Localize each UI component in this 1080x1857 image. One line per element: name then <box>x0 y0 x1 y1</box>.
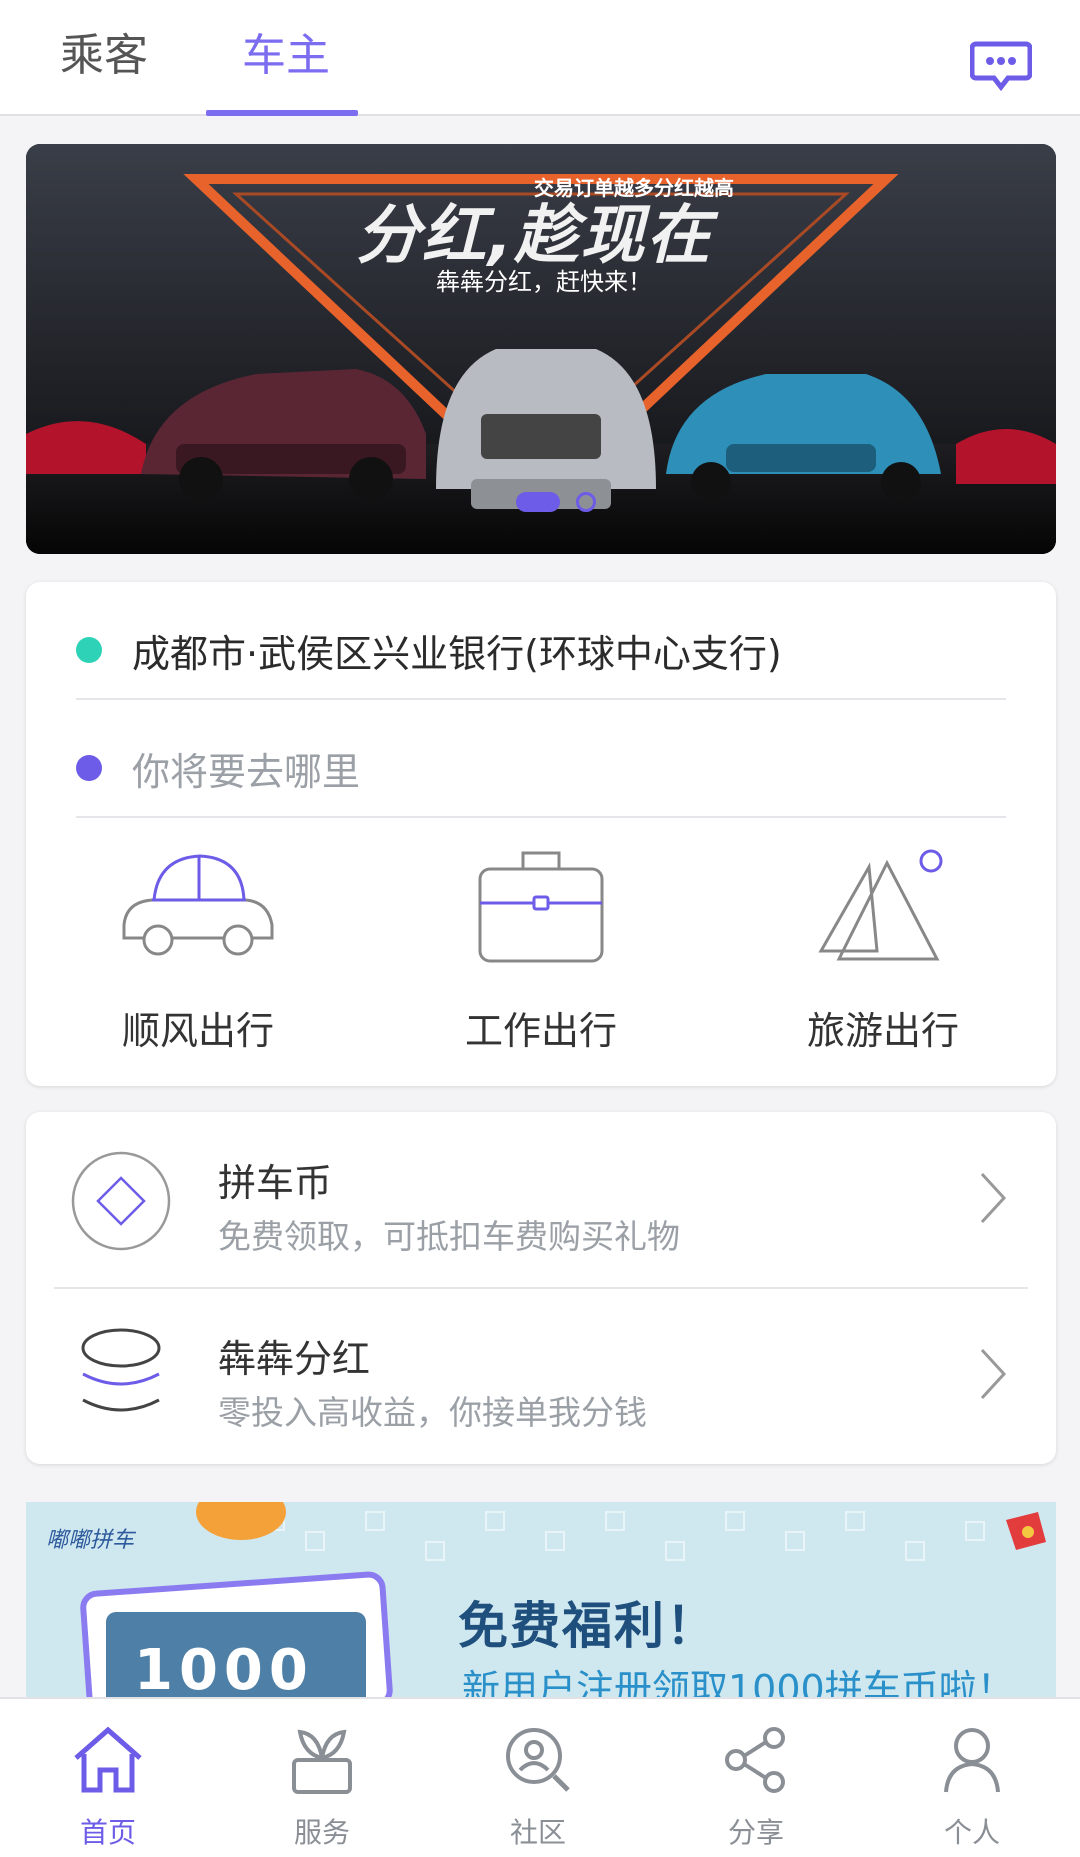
message-button[interactable] <box>969 38 1033 94</box>
nav-share[interactable]: 分享 <box>686 1719 826 1851</box>
list-item-subtitle: 免费领取，可抵扣车费购买礼物 <box>218 1217 680 1256</box>
bottom-navigation: 首页 服务 社区 分享 个人 <box>0 1697 1080 1857</box>
diamond-coin-icon <box>71 1151 171 1251</box>
divider <box>76 698 1006 700</box>
origin-dot-icon <box>76 637 102 663</box>
nav-profile[interactable]: 个人 <box>902 1719 1042 1851</box>
carousel-dot-active[interactable] <box>516 492 560 512</box>
chevron-right-icon <box>980 1172 1007 1224</box>
mode-ride-share[interactable]: 顺风出行 <box>78 840 318 1055</box>
mode-label: 旅游出行 <box>806 1009 959 1053</box>
mode-label: 工作出行 <box>464 1009 617 1053</box>
divider <box>76 816 1006 818</box>
banner-tagline: 交易订单越多分红越高 <box>534 176 734 200</box>
list-item-subtitle: 零投入高收益，你接单我分钱 <box>218 1393 647 1432</box>
home-icon <box>74 1726 142 1793</box>
coin-stack-icon <box>81 1328 161 1412</box>
promo-subtitle: 新用户注册领取1000拼车币啦！ <box>462 1667 1015 1697</box>
chevron-right-icon <box>980 1348 1007 1400</box>
new-user-promo-banner[interactable]: 嘟嘟拼车 1000 免费福利！ 新用户注册领取1000拼车币啦！ <box>26 1502 1056 1697</box>
promo-title: 免费福利！ <box>458 1597 718 1655</box>
origin-address: 成都市·武侯区兴业银行(环球中心支行) <box>132 631 782 676</box>
nav-label: 社区 <box>509 1816 566 1849</box>
trip-card: 成都市·武侯区兴业银行(环球中心支行) 你将要去哪里 顺风出行 工作出行 旅游出… <box>26 582 1056 1086</box>
promo-brand-logo: 嘟嘟拼车 <box>46 1528 135 1553</box>
banner-subline: 犇犇分红，赶快来！ <box>436 268 652 296</box>
mode-label: 顺风出行 <box>121 1009 274 1053</box>
tab-passenger[interactable]: 乘客 <box>60 28 148 84</box>
carousel-indicator <box>516 492 596 512</box>
mode-work-trip[interactable]: 工作出行 <box>421 840 661 1055</box>
tab-driver[interactable]: 车主 <box>242 28 330 84</box>
nav-label: 分享 <box>727 1816 784 1849</box>
plant-pot-icon <box>292 1729 352 1794</box>
briefcase-icon <box>478 851 604 963</box>
active-tab-indicator <box>206 110 358 116</box>
person-icon <box>944 1728 1000 1793</box>
mode-tour-trip[interactable]: 旅游出行 <box>763 840 1003 1055</box>
chat-bubble-icon <box>969 41 1033 92</box>
promo-banner-carousel[interactable]: 分红,趁现在 交易订单越多分红越高 犇犇分红，赶快来！ <box>26 144 1056 554</box>
top-tab-bar: 乘客 车主 <box>0 0 1080 116</box>
nav-label: 个人 <box>943 1816 1000 1849</box>
nav-label: 服务 <box>293 1816 350 1849</box>
community-search-icon <box>506 1728 570 1792</box>
car-icon <box>122 854 274 956</box>
carousel-dot[interactable] <box>576 492 596 512</box>
list-item-carpool-coin[interactable]: 拼车币 免费领取，可抵扣车费购买礼物 <box>26 1112 1056 1289</box>
origin-row[interactable]: 成都市·武侯区兴业银行(环球中心支行) <box>76 620 1006 680</box>
rewards-list-card: 拼车币 免费领取，可抵扣车费购买礼物 犇犇分红 零投入高收益，你接单我分钱 <box>26 1112 1056 1464</box>
destination-dot-icon <box>76 755 102 781</box>
nav-home[interactable]: 首页 <box>38 1719 178 1851</box>
promo-coin-amount: 1000 <box>134 1638 314 1697</box>
destination-row[interactable]: 你将要去哪里 <box>76 738 1006 798</box>
list-item-title: 犇犇分红 <box>218 1337 371 1381</box>
nav-community[interactable]: 社区 <box>468 1719 608 1851</box>
nav-label: 首页 <box>79 1816 136 1849</box>
travel-modes: 顺风出行 工作出行 旅游出行 <box>26 840 1056 1080</box>
nav-service[interactable]: 服务 <box>252 1719 392 1851</box>
mountain-icon <box>818 849 943 961</box>
list-item-title: 拼车币 <box>218 1161 333 1205</box>
share-icon <box>725 1727 785 1793</box>
list-item-dividend[interactable]: 犇犇分红 零投入高收益，你接单我分钱 <box>26 1288 1056 1464</box>
destination-placeholder: 你将要去哪里 <box>132 749 361 794</box>
